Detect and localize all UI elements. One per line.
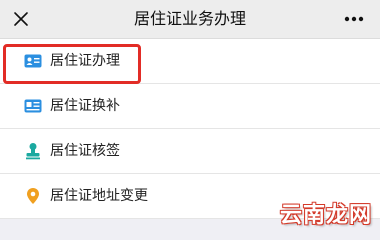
id-card-icon	[24, 52, 42, 70]
card-swap-icon	[24, 97, 42, 115]
menu-item-residence-permit-replace[interactable]: 居住证换补	[0, 84, 380, 129]
location-pin-icon	[24, 187, 42, 205]
watermark: 云南龙网	[279, 203, 372, 228]
menu-item-label: 居住证办理	[50, 53, 120, 69]
stamp-icon	[24, 142, 42, 160]
more-button[interactable]	[342, 8, 366, 30]
page-title: 居住证业务办理	[133, 9, 246, 28]
more-dots-icon	[344, 16, 364, 22]
menu-item-label: 居住证换补	[50, 98, 120, 114]
menu-item-residence-permit-endorse[interactable]: 居住证核签	[0, 129, 380, 174]
menu-item-residence-permit-apply[interactable]: 居住证办理	[0, 39, 380, 84]
menu-item-label: 居住证核签	[50, 143, 120, 159]
menu-item-label: 居住证地址变更	[50, 188, 148, 204]
close-icon	[14, 12, 28, 26]
navigation-bar: 居住证业务办理	[0, 0, 380, 39]
close-button[interactable]	[10, 8, 32, 30]
service-menu: 居住证办理 居住证换补 居住证核签 居住证地址变更	[0, 39, 380, 219]
